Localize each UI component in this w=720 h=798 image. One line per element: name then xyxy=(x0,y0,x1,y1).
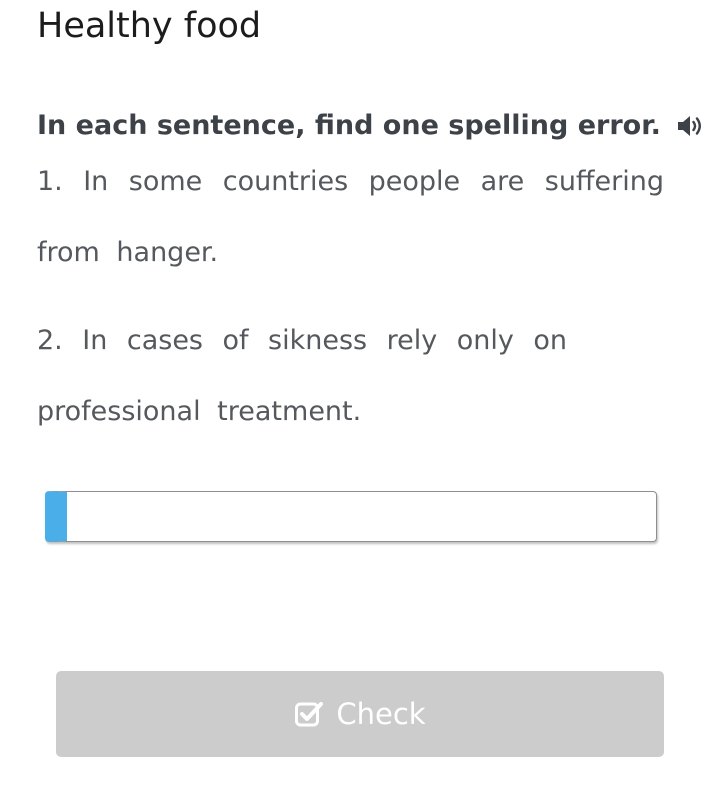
sentence-2-line-1: 2. In cases of sikness rely only on xyxy=(37,325,567,356)
instruction-text: In each sentence, find one spelling erro… xyxy=(37,110,661,141)
instruction-row: In each sentence, find one spelling erro… xyxy=(37,108,705,144)
page-title: Healthy food xyxy=(37,6,262,46)
answer-input[interactable] xyxy=(45,491,657,542)
sentence-2-line-2: professional treatment. xyxy=(37,396,362,427)
speaker-icon[interactable] xyxy=(675,112,705,140)
sentence-1-line-2: from hanger. xyxy=(37,237,219,268)
check-button-label: Check xyxy=(336,697,426,731)
checkbox-check-icon xyxy=(294,699,324,729)
sentence-1-line-1: 1. In some countries people are sufferin… xyxy=(37,166,664,197)
check-button[interactable]: Check xyxy=(56,671,664,757)
